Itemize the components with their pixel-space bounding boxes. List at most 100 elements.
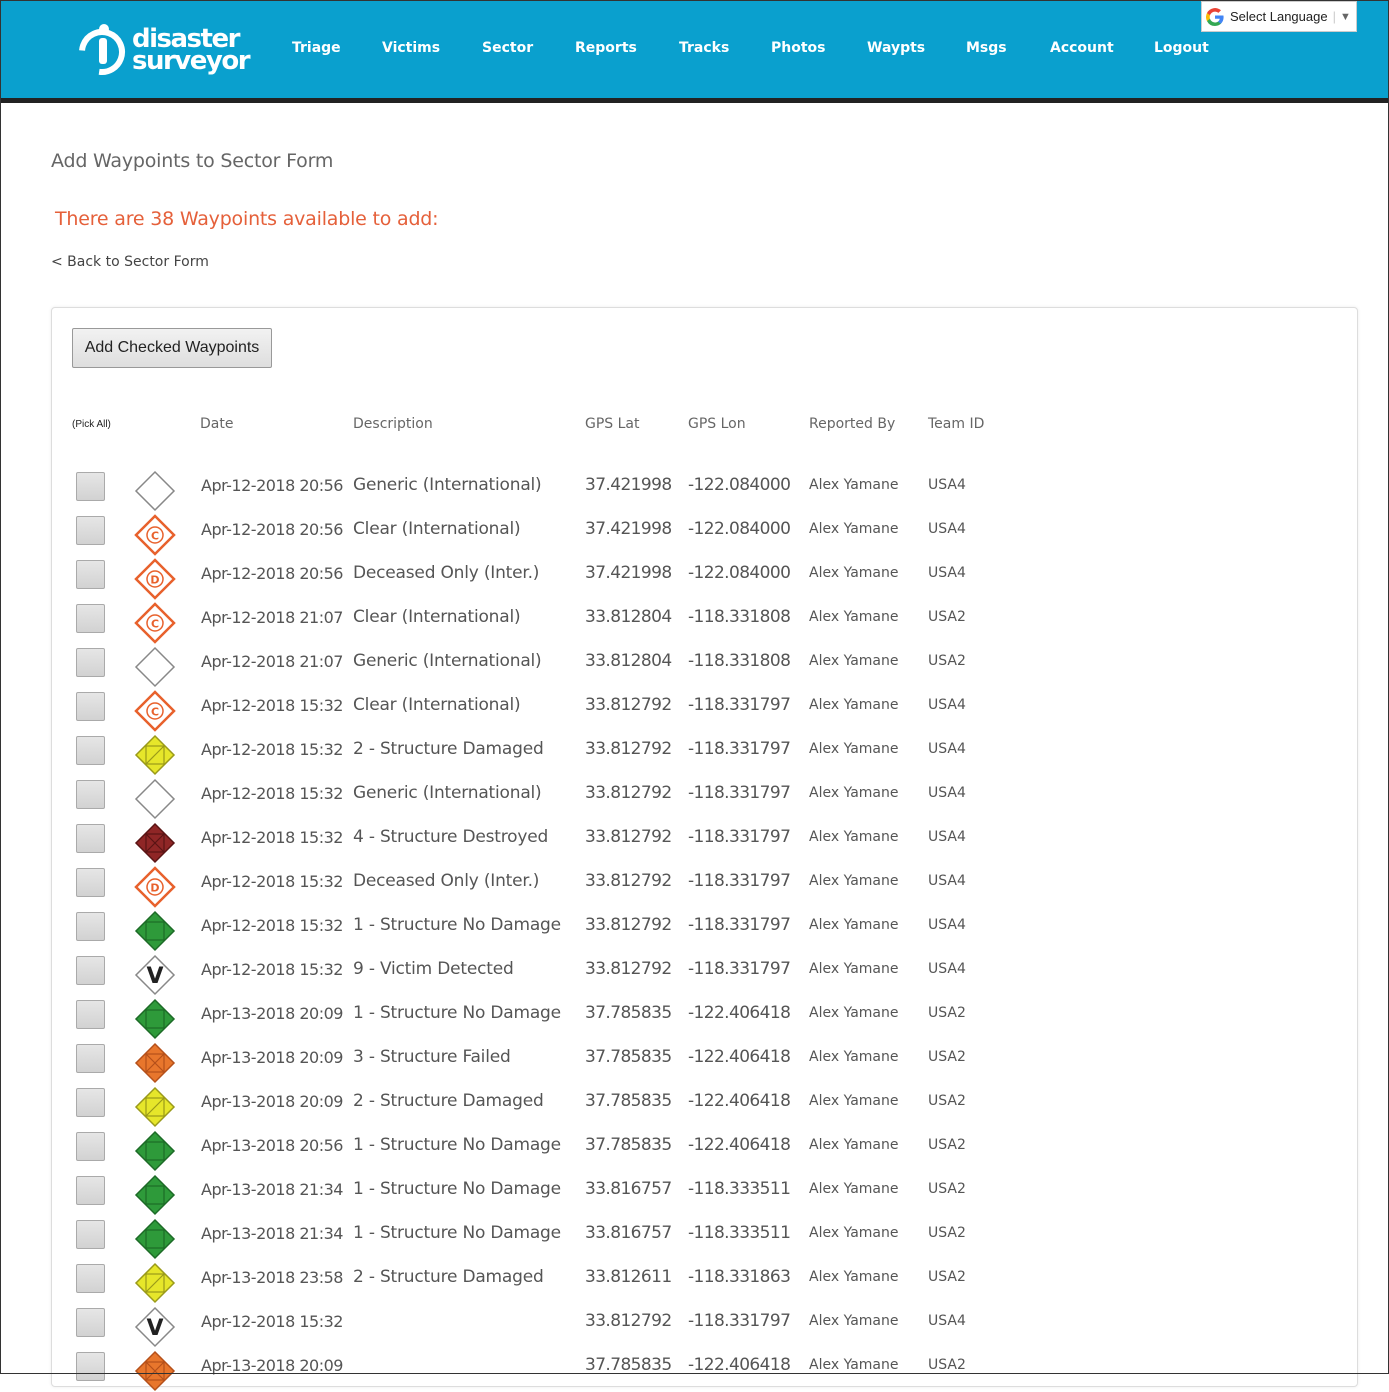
pick-all-link[interactable]: (Pick All) bbox=[72, 419, 111, 430]
cell-team-id: USA4 bbox=[928, 785, 966, 802]
nav-logout[interactable]: Logout bbox=[1154, 40, 1209, 56]
nav-sector[interactable]: Sector bbox=[482, 40, 533, 56]
generic-marker-icon bbox=[134, 778, 176, 820]
cell-gps-lat: 37.785835 bbox=[585, 1091, 672, 1112]
add-checked-waypoints-button[interactable]: Add Checked Waypoints bbox=[72, 328, 272, 368]
row-checkbox[interactable] bbox=[76, 1000, 105, 1029]
row-checkbox[interactable] bbox=[76, 1088, 105, 1117]
header-reported-by[interactable]: Reported By bbox=[809, 416, 895, 432]
cell-gps-lat: 33.812804 bbox=[585, 651, 672, 672]
language-selector[interactable]: Select Language | ▼ bbox=[1201, 1, 1357, 32]
cell-team-id: USA2 bbox=[928, 609, 966, 626]
cell-description: 1 - Structure No Damage bbox=[353, 915, 561, 936]
cell-gps-lon: -122.084000 bbox=[688, 519, 791, 540]
row-checkbox[interactable] bbox=[76, 1132, 105, 1161]
table-row: Apr-13-2018 21:34 1 - Structure No Damage… bbox=[0, 1168, 1389, 1216]
disaster-surveyor-logo[interactable]: disaster surveyor bbox=[78, 22, 263, 80]
cell-gps-lon: -122.406418 bbox=[688, 1047, 791, 1068]
cell-reported-by: Alex Yamane bbox=[809, 697, 899, 714]
clear-marker-icon: C bbox=[134, 690, 176, 732]
row-checkbox[interactable] bbox=[76, 736, 105, 765]
cell-gps-lon: -118.331797 bbox=[688, 959, 791, 980]
header-description[interactable]: Description bbox=[353, 416, 433, 432]
nav-tracks[interactable]: Tracks bbox=[679, 40, 729, 56]
nav-victims[interactable]: Victims bbox=[382, 40, 440, 56]
row-checkbox[interactable] bbox=[76, 1264, 105, 1293]
nav-waypts[interactable]: Waypts bbox=[867, 40, 925, 56]
header-gps-lat[interactable]: GPS Lat bbox=[585, 416, 640, 432]
cell-date: Apr-12-2018 15:32 bbox=[201, 1312, 343, 1332]
row-checkbox[interactable] bbox=[76, 1044, 105, 1073]
nav-msgs[interactable]: Msgs bbox=[966, 40, 1007, 56]
cell-date: Apr-12-2018 20:56 bbox=[201, 520, 343, 540]
table-row: Apr-13-2018 20:09 2 - Structure Damaged 37… bbox=[0, 1080, 1389, 1128]
structure-no-damage-icon bbox=[134, 1130, 176, 1172]
row-checkbox[interactable] bbox=[76, 1220, 105, 1249]
cell-description: 4 - Structure Destroyed bbox=[353, 827, 549, 848]
header-date[interactable]: Date bbox=[200, 416, 233, 432]
cell-gps-lon: -118.331797 bbox=[688, 827, 791, 848]
back-to-sector-form-link[interactable]: < Back to Sector Form bbox=[51, 254, 209, 270]
cell-reported-by: Alex Yamane bbox=[809, 1005, 899, 1022]
table-row: Apr-12-2018 20:56 Generic (International)… bbox=[0, 464, 1389, 512]
cell-date: Apr-12-2018 20:56 bbox=[201, 476, 343, 496]
row-checkbox[interactable] bbox=[76, 648, 105, 677]
row-checkbox[interactable] bbox=[76, 912, 105, 941]
cell-gps-lon: -118.333511 bbox=[688, 1179, 791, 1200]
cell-description: Deceased Only (Inter.) bbox=[353, 871, 540, 892]
victim-marker-icon: V bbox=[134, 954, 176, 996]
structure-no-damage-icon bbox=[134, 910, 176, 952]
row-checkbox[interactable] bbox=[76, 1308, 105, 1337]
table-row: C Apr-12-2018 15:32 Clear (International) 3… bbox=[0, 684, 1389, 732]
row-checkbox[interactable] bbox=[76, 780, 105, 809]
cell-gps-lat: 33.812792 bbox=[585, 783, 672, 804]
cell-team-id: USA4 bbox=[928, 697, 966, 714]
row-checkbox[interactable] bbox=[76, 516, 105, 545]
row-checkbox[interactable] bbox=[76, 824, 105, 853]
cell-description: 2 - Structure Damaged bbox=[353, 739, 544, 760]
cell-gps-lat: 37.785835 bbox=[585, 1047, 672, 1068]
cell-gps-lon: -122.406418 bbox=[688, 1355, 791, 1376]
cell-description: 3 - Structure Failed bbox=[353, 1047, 511, 1068]
cell-gps-lat: 33.812792 bbox=[585, 915, 672, 936]
cell-gps-lat: 37.785835 bbox=[585, 1003, 672, 1024]
row-checkbox[interactable] bbox=[76, 1176, 105, 1205]
cell-gps-lon: -122.084000 bbox=[688, 475, 791, 496]
cell-reported-by: Alex Yamane bbox=[809, 1357, 899, 1374]
deceased-marker-icon: D bbox=[134, 866, 176, 908]
row-checkbox[interactable] bbox=[76, 692, 105, 721]
nav-photos[interactable]: Photos bbox=[771, 40, 826, 56]
cell-gps-lat: 37.421998 bbox=[585, 519, 672, 540]
cell-team-id: USA2 bbox=[928, 1225, 966, 1242]
row-checkbox[interactable] bbox=[76, 956, 105, 985]
nav-account[interactable]: Account bbox=[1050, 40, 1114, 56]
row-checkbox[interactable] bbox=[76, 1352, 105, 1381]
logo-mark-icon bbox=[79, 24, 125, 75]
victim-marker-icon: V bbox=[134, 1306, 176, 1348]
table-row: Apr-12-2018 21:07 Generic (International)… bbox=[0, 640, 1389, 688]
cell-gps-lat: 33.812792 bbox=[585, 1311, 672, 1332]
row-checkbox[interactable] bbox=[76, 472, 105, 501]
cell-team-id: USA2 bbox=[928, 1137, 966, 1154]
nav-reports[interactable]: Reports bbox=[575, 40, 637, 56]
cell-date: Apr-12-2018 15:32 bbox=[201, 960, 343, 980]
header-gps-lon[interactable]: GPS Lon bbox=[688, 416, 746, 432]
nav-triage[interactable]: Triage bbox=[292, 40, 341, 56]
cell-date: Apr-12-2018 15:32 bbox=[201, 740, 343, 760]
cell-description: 2 - Structure Damaged bbox=[353, 1267, 544, 1288]
cell-description: Clear (International) bbox=[353, 695, 521, 716]
cell-description: 1 - Structure No Damage bbox=[353, 1223, 561, 1244]
cell-gps-lon: -118.331797 bbox=[688, 915, 791, 936]
svg-text:V: V bbox=[146, 1316, 163, 1341]
table-row: V Apr-12-2018 15:32 9 - Victim Detected 33.… bbox=[0, 948, 1389, 996]
row-checkbox[interactable] bbox=[76, 868, 105, 897]
cell-reported-by: Alex Yamane bbox=[809, 829, 899, 846]
row-checkbox[interactable] bbox=[76, 560, 105, 589]
cell-description: Generic (International) bbox=[353, 783, 542, 804]
svg-text:V: V bbox=[146, 964, 163, 989]
cell-team-id: USA4 bbox=[928, 917, 966, 934]
cell-reported-by: Alex Yamane bbox=[809, 785, 899, 802]
cell-gps-lat: 33.812792 bbox=[585, 827, 672, 848]
row-checkbox[interactable] bbox=[76, 604, 105, 633]
header-team-id[interactable]: Team ID bbox=[928, 416, 984, 432]
